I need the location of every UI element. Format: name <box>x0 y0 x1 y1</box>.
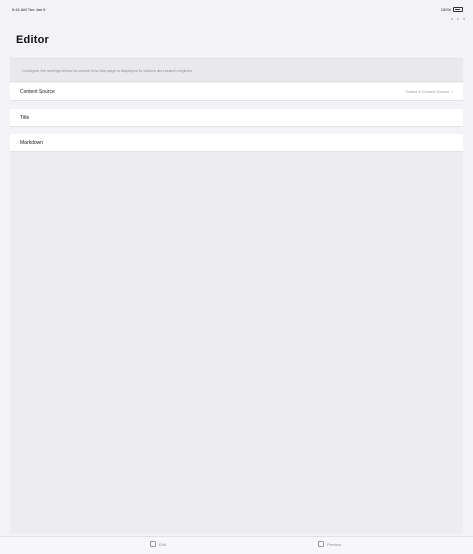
row-title[interactable]: Title <box>10 109 463 127</box>
row-content-source[interactable]: Content Source Select a Content Source › <box>10 83 463 101</box>
status-bar: 9:41 AM Tue Jan 9 100% <box>0 0 473 18</box>
status-right: 100% <box>441 7 463 12</box>
more-options-icon[interactable] <box>441 18 465 22</box>
tab-edit[interactable]: Edit <box>150 541 166 547</box>
content-source-value: Select a Content Source <box>405 89 450 94</box>
tab-preview[interactable]: Preview <box>318 541 341 547</box>
page-title: Editor <box>16 34 49 46</box>
markdown-editor-area[interactable] <box>10 152 463 534</box>
row-value: Select a Content Source › <box>406 89 453 95</box>
battery-icon <box>453 7 463 12</box>
status-time: 9:41 AM Tue Jan 9 <box>12 7 46 12</box>
row-label: Title <box>20 114 30 121</box>
chevron-right-icon: › <box>451 88 453 95</box>
row-label: Content Source <box>20 88 55 95</box>
description-text: Configure the settings below to control … <box>22 67 193 73</box>
row-markdown[interactable]: Markdown <box>10 134 463 152</box>
description-banner: Configure the settings below to control … <box>10 58 463 82</box>
tab-label: Edit <box>159 541 166 547</box>
tab-bar: Edit Preview <box>0 536 473 554</box>
battery-percent: 100% <box>440 7 451 12</box>
row-label: Markdown <box>20 139 44 146</box>
tab-label: Preview <box>327 541 342 547</box>
preview-icon <box>318 541 324 547</box>
edit-icon <box>150 541 156 547</box>
